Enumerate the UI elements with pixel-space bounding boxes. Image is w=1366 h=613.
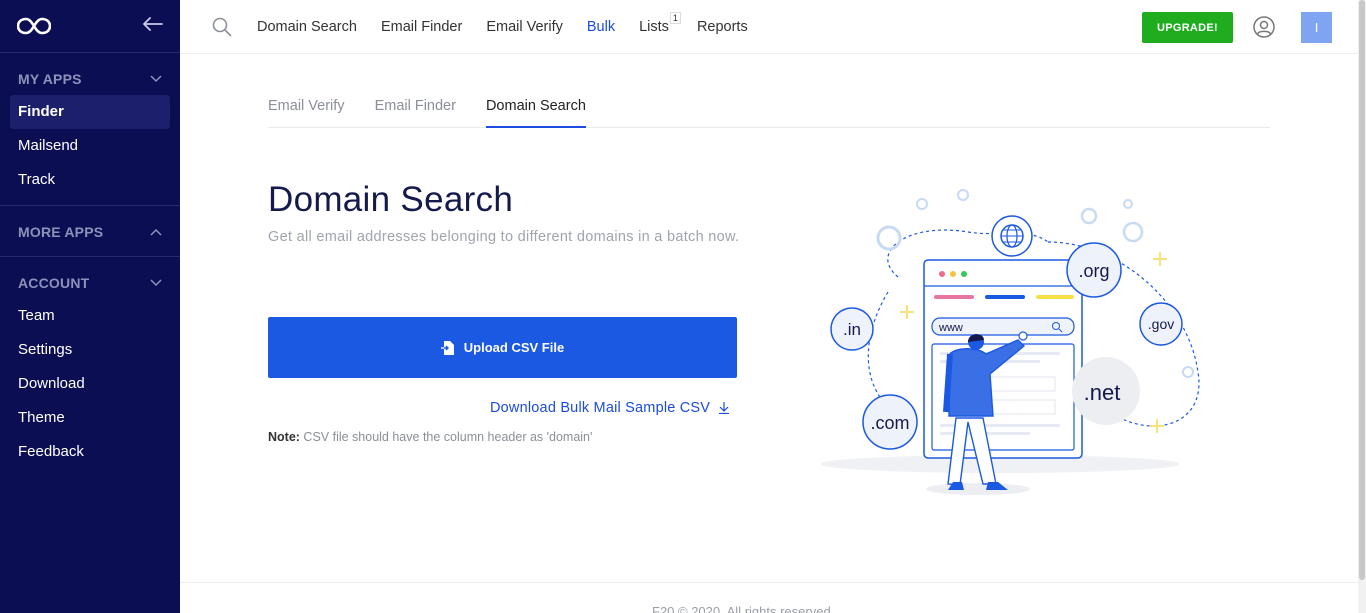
section-title: MORE APPS [18,224,104,240]
sidebar-item-feedback[interactable]: Feedback [10,435,170,469]
domain-com: .com [870,413,909,433]
footer-divider [180,582,1358,583]
section-title: MY APPS [18,71,82,87]
domain-gov: .gov [1148,316,1174,332]
top-navbar: Domain Search Email Finder Email Verify … [180,0,1358,54]
page-title: Domain Search [268,180,514,219]
main-nav: Domain Search Email Finder Email Verify … [257,11,772,35]
sidebar-item-download[interactable]: Download [10,367,170,401]
domain-org: .org [1078,261,1109,281]
sidebar-section-my-apps: MY APPS Finder Mailsend Track [0,53,180,206]
nav-bulk[interactable]: Bulk [587,19,615,35]
footer-copyright: F20 © 2020. All rights reserved. [652,604,835,613]
infinity-logo[interactable] [17,17,51,35]
upload-csv-label: Upload CSV File [463,340,565,355]
arrow-left-icon[interactable] [143,16,163,36]
sidebar-section-account: ACCOUNT Team Settings Download Theme Fee… [0,257,180,477]
chevron-down-icon [150,279,162,287]
bulk-tabs: Email Verify Email Finder Domain Search [268,86,1270,128]
section-header-account[interactable]: ACCOUNT [0,267,180,299]
tab-domain-search[interactable]: Domain Search [485,86,586,128]
sidebar-item-track[interactable]: Track [10,163,170,197]
tab-email-verify[interactable]: Email Verify [268,86,345,128]
avatar[interactable]: I [1301,12,1332,43]
upload-csv-button[interactable]: Upload CSV File [268,317,737,378]
page-subtitle: Get all email addresses belonging to dif… [268,229,740,245]
domain-in: .in [843,320,861,339]
download-sample-csv-link[interactable]: Download Bulk Mail Sample CSV [490,400,730,416]
domain-search-illustration: www .org .in .gov .net .com [820,189,1200,495]
sidebar-item-finder[interactable]: Finder [10,95,170,129]
sidebar-item-mailsend[interactable]: Mailsend [10,129,170,163]
note-label: Note: [268,430,300,444]
nav-lists-label: Lists [639,18,669,35]
lists-count-badge: 1 [669,11,681,24]
chevron-up-icon [150,228,162,236]
section-header-more-apps[interactable]: MORE APPS [0,216,180,248]
sidebar-item-settings[interactable]: Settings [10,333,170,367]
sidebar: MY APPS Finder Mailsend Track MORE APPS … [0,0,180,613]
section-header-my-apps[interactable]: MY APPS [0,63,180,95]
sidebar-section-more-apps: MORE APPS [0,206,180,257]
nav-email-finder[interactable]: Email Finder [381,19,462,35]
sidebar-item-team[interactable]: Team [10,299,170,333]
upgrade-button[interactable]: UPGRADE! [1142,12,1233,43]
download-icon [719,402,730,414]
user-profile-icon[interactable] [1253,16,1275,38]
nav-lists[interactable]: Lists 1 [639,11,681,35]
nav-email-verify[interactable]: Email Verify [486,19,563,35]
csv-note: Note: CSV file should have the column he… [268,430,592,444]
note-text: CSV file should have the column header a… [299,430,593,444]
nav-reports[interactable]: Reports [697,19,748,35]
scrollbar-thumb[interactable] [1359,0,1365,580]
sidebar-header [0,0,180,53]
domain-net: .net [1084,380,1121,405]
sidebar-item-theme[interactable]: Theme [10,401,170,435]
sample-link-label: Download Bulk Mail Sample CSV [490,400,711,416]
section-title: ACCOUNT [18,275,90,291]
chevron-down-icon [150,75,162,83]
nav-domain-search[interactable]: Domain Search [257,19,357,35]
url-bar-text: www [938,322,963,334]
tab-email-finder[interactable]: Email Finder [375,86,456,128]
search-icon[interactable] [212,17,232,37]
file-upload-icon [440,340,454,355]
